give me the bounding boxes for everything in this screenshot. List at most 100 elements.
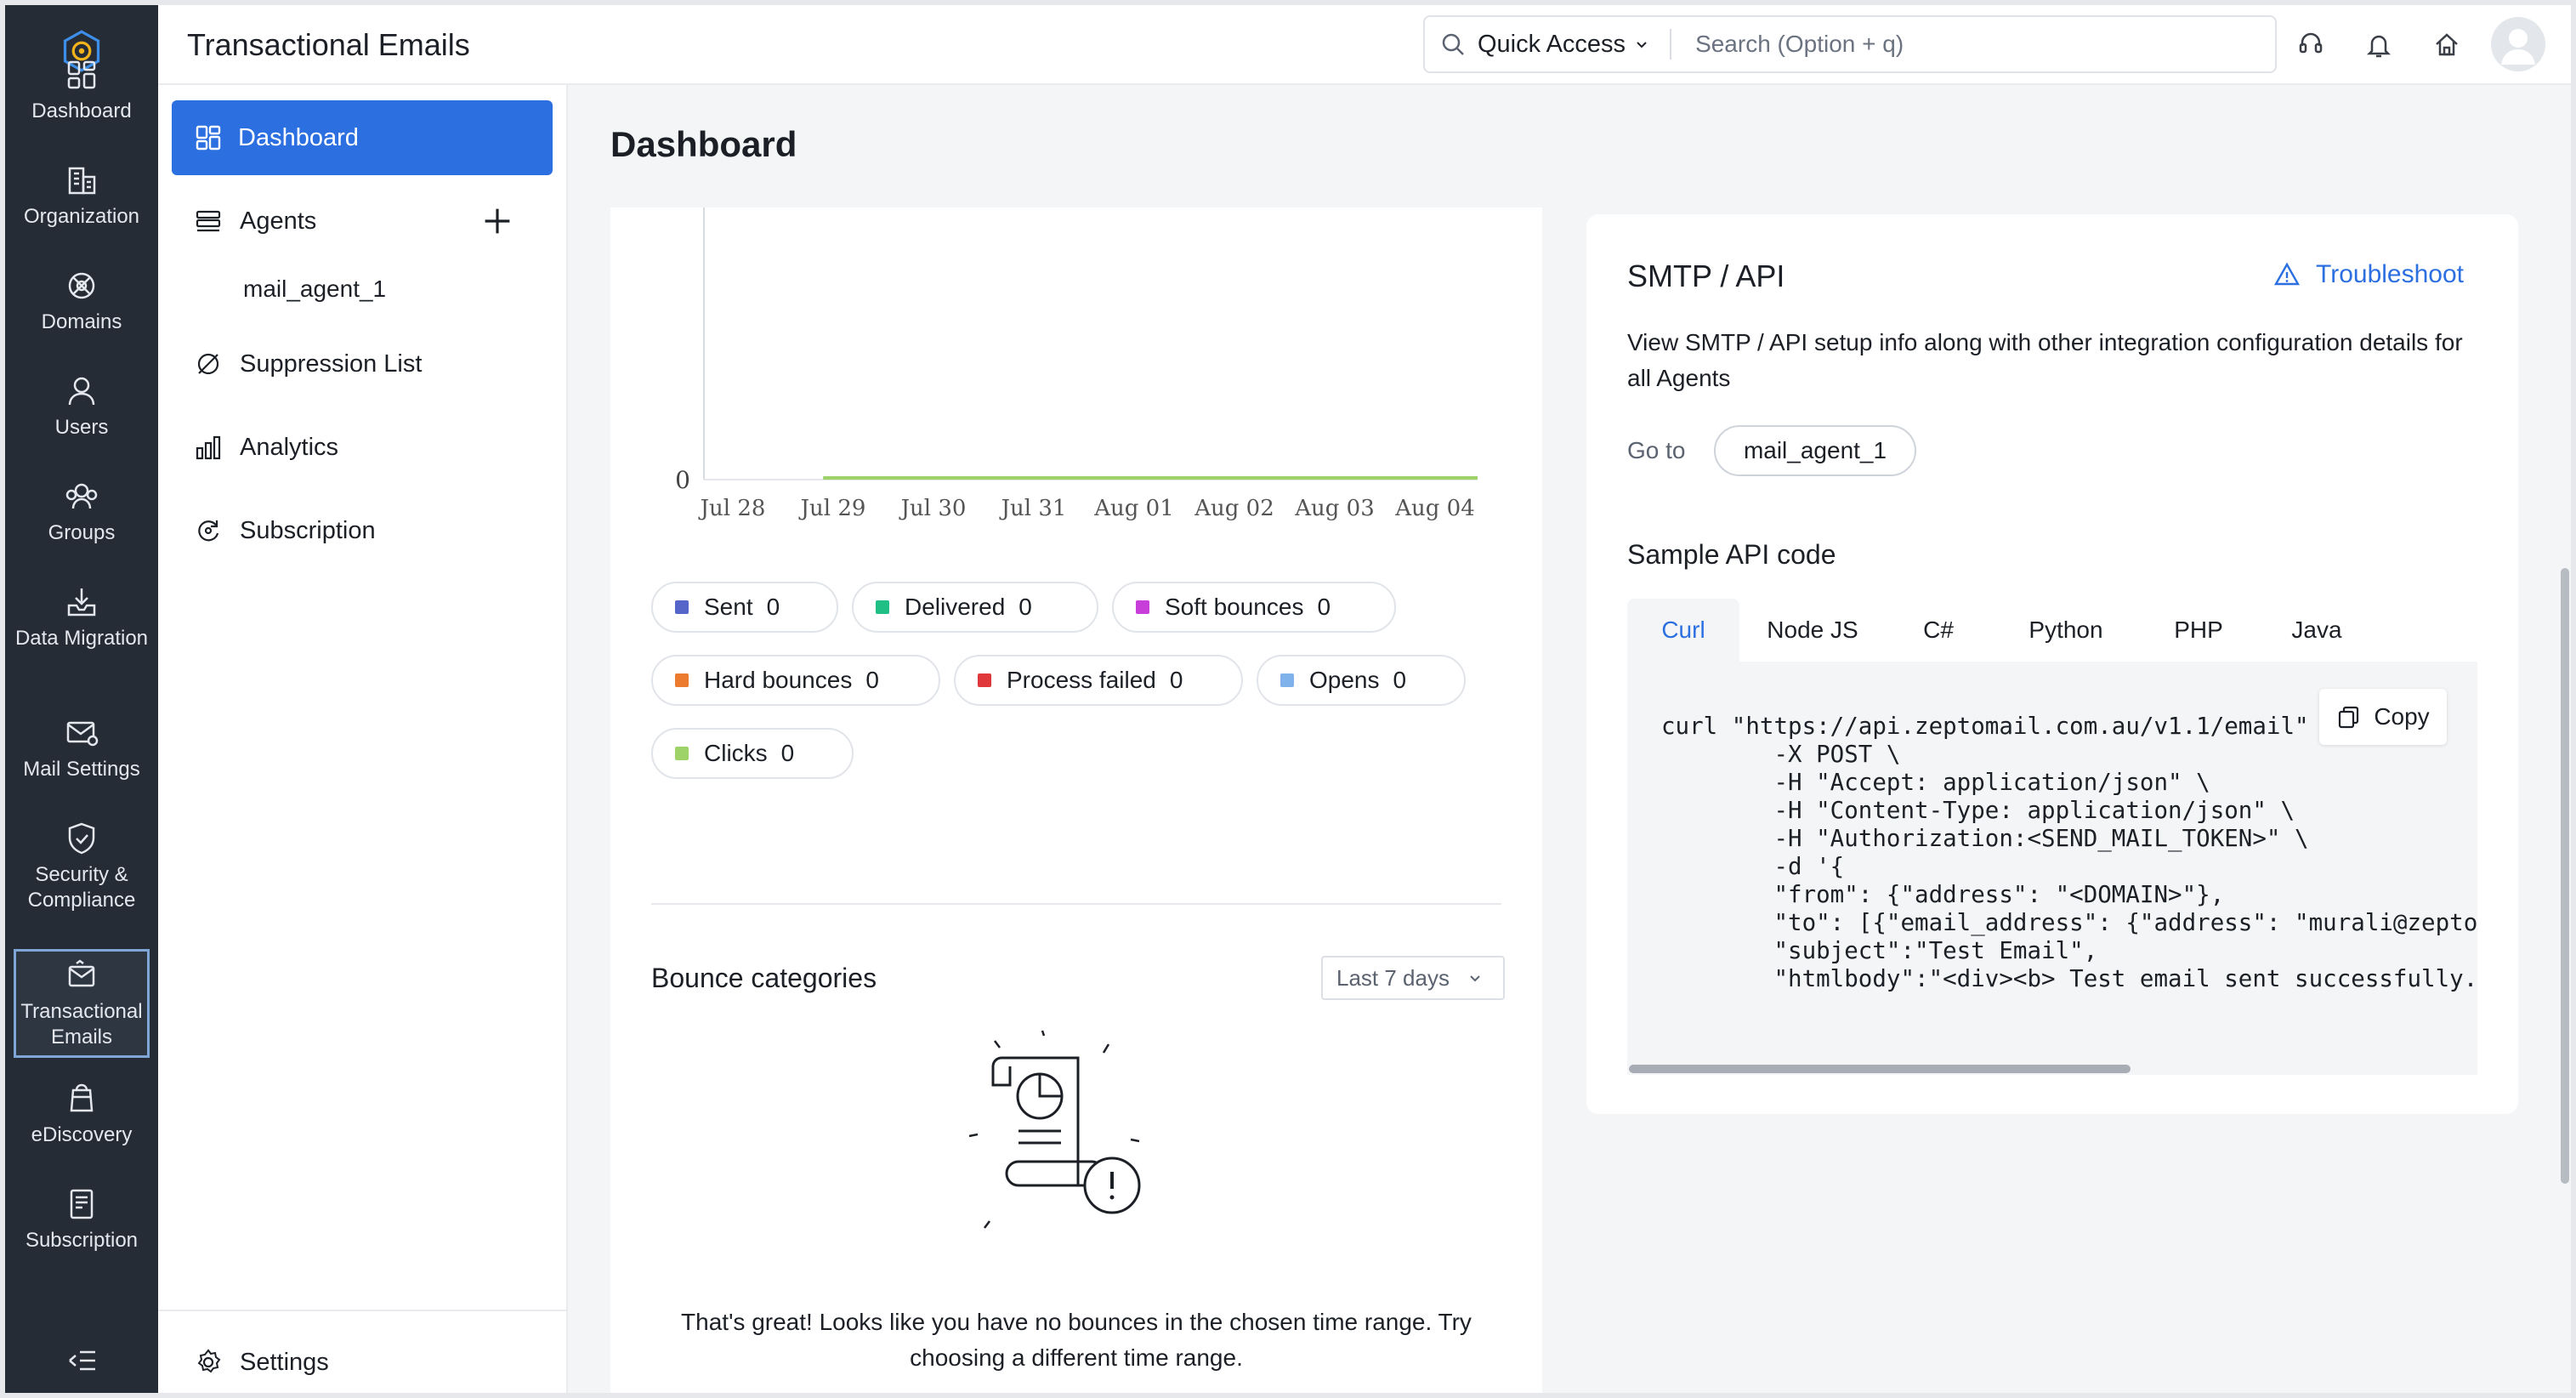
nav-label: Agents	[240, 207, 317, 235]
nav-item-settings[interactable]: Settings	[172, 1335, 553, 1389]
rail-item-groups[interactable]: Groups	[14, 476, 150, 546]
sidebar-divider	[158, 1310, 566, 1311]
stats-card: 0 Jul 28 Jul 29 Jul 30 Jul 31 Aug 01 Aug 02 Au…	[610, 207, 1542, 1393]
nav-item-mail-agent-1[interactable]: mail_agent_1	[243, 276, 386, 303]
dashboard-icon	[196, 125, 221, 151]
subscription-cycle-icon	[198, 520, 219, 542]
groups-icon	[65, 483, 98, 509]
code-language-tabs: Curl Node JS C# Python PHP Java	[1627, 599, 2477, 662]
rail-item-users[interactable]: Users	[14, 371, 150, 440]
x-tick-label: Jul 31	[999, 496, 1067, 521]
domains-icon	[68, 272, 95, 299]
home-icon[interactable]	[2430, 27, 2464, 61]
legend-pill-clicks[interactable]: Clicks 0	[651, 728, 854, 779]
x-tick-label: Aug 03	[1294, 496, 1375, 521]
tab-node-js[interactable]: Node JS	[1739, 599, 1886, 662]
legend-swatch	[978, 673, 991, 687]
tab-php[interactable]: PHP	[2141, 599, 2256, 662]
code-sample-block[interactable]: curl "https://api.zeptomail.com.au/v1.1/…	[1627, 662, 2477, 1075]
x-tick-label: Jul 30	[899, 496, 967, 521]
search-input[interactable]: Search (Option + q)	[1695, 31, 1904, 58]
legend-count: 0	[1169, 667, 1183, 693]
legend-count: 0	[865, 667, 879, 693]
rail-item-ediscovery[interactable]: eDiscovery	[14, 1078, 150, 1148]
code-scroll-thumb[interactable]	[1629, 1065, 2131, 1073]
nav-label: Suppression List	[240, 350, 423, 378]
section-divider	[651, 903, 1501, 905]
quick-access-dropdown[interactable]: Quick Access	[1478, 31, 1626, 59]
dashboard-icon	[67, 60, 96, 89]
main-vertical-scrollbar[interactable]	[2561, 568, 2569, 1184]
troubleshoot-link[interactable]: Troubleshoot	[2273, 260, 2464, 289]
nav-item-dashboard[interactable]: Dashboard	[172, 100, 553, 175]
tab-python[interactable]: Python	[1991, 599, 2141, 662]
add-agent-icon[interactable]	[483, 207, 512, 236]
legend-pill-process-failed[interactable]: Process failed 0	[954, 655, 1243, 706]
tab-curl[interactable]: Curl	[1627, 599, 1739, 662]
nav-item-subscription[interactable]: Subscription	[172, 503, 553, 558]
troubleshoot-label: Troubleshoot	[2316, 260, 2464, 288]
agent-chip-mail-agent-1[interactable]: mail_agent_1	[1714, 425, 1916, 476]
avatar[interactable]	[2491, 17, 2545, 71]
legend-label: Hard bounces	[704, 667, 853, 693]
legend-count: 0	[1317, 594, 1331, 620]
x-tick-label: Jul 28	[698, 496, 766, 521]
copy-button[interactable]: Copy	[2319, 689, 2447, 745]
rail-item-subscription[interactable]: Subscription	[14, 1184, 150, 1253]
tab-java[interactable]: Java	[2256, 599, 2377, 662]
rail-item-security-compliance[interactable]: Security & Compliance	[14, 818, 150, 913]
code-horizontal-scrollbar[interactable]	[1627, 1061, 2477, 1075]
gear-icon	[197, 1349, 221, 1373]
rail-item-mail-settings[interactable]: Mail Settings	[14, 713, 150, 782]
support-headset-icon[interactable]	[2294, 27, 2328, 61]
secondary-sidebar: Dashboard Agents mail_agent_1 Suppressio…	[158, 85, 568, 1393]
smtp-api-title: SMTP / API	[1627, 259, 1785, 293]
rail-item-dashboard[interactable]: Dashboard	[14, 54, 150, 124]
rail-item-data-migration[interactable]: Data Migration	[14, 582, 150, 651]
data-migration-icon	[67, 588, 96, 617]
legend-pill-soft-bounces[interactable]: Soft bounces 0	[1112, 582, 1396, 633]
analytics-icon	[196, 435, 221, 460]
security-icon	[68, 822, 95, 855]
legend-swatch	[675, 600, 689, 614]
time-range-value: Last 7 days	[1336, 964, 1450, 991]
nav-item-analytics[interactable]: Analytics	[172, 420, 553, 475]
nav-label: Settings	[240, 1348, 329, 1376]
x-tick-label: Aug 01	[1093, 496, 1174, 521]
nav-label: Subscription	[240, 516, 376, 544]
rail-item-transactional-emails[interactable]: Transactional Emails	[14, 949, 150, 1058]
tab-csharp[interactable]: C#	[1886, 599, 1991, 662]
collapse-rail-icon[interactable]	[63, 1345, 100, 1376]
time-range-select[interactable]: Last 7 days	[1321, 956, 1505, 1000]
legend-pill-opens[interactable]: Opens 0	[1257, 655, 1466, 706]
legend-label: Clicks	[704, 740, 768, 766]
rail-item-domains[interactable]: Domains	[14, 265, 150, 335]
legend-pill-delivered[interactable]: Delivered 0	[852, 582, 1098, 633]
email-stats-chart: 0 Jul 28 Jul 29 Jul 30 Jul 31 Aug 01 Aug 02 Au…	[675, 207, 1478, 521]
search-bar[interactable]: Quick Access Search (Option + q)	[1423, 15, 2277, 73]
legend-count: 0	[1393, 667, 1407, 693]
rail-item-organization[interactable]: Organization	[14, 160, 150, 230]
rail-label: Organization	[23, 205, 140, 228]
search-icon	[1442, 33, 1464, 55]
legend-pill-sent[interactable]: Sent 0	[651, 582, 838, 633]
smtp-description: View SMTP / API setup info along with ot…	[1627, 329, 2463, 391]
warning-triangle-icon	[2273, 262, 2301, 286]
rail-label: Domains	[41, 310, 122, 333]
app-title: Transactional Emails	[187, 27, 470, 62]
user-avatar-icon	[2501, 29, 2535, 65]
rail-label: Transactional Emails	[20, 1000, 143, 1048]
goto-label: Go to	[1627, 437, 1686, 463]
suppression-icon	[197, 353, 219, 375]
nav-label: Dashboard	[238, 123, 359, 151]
nav-item-agents[interactable]: Agents	[172, 194, 553, 248]
copy-icon	[2339, 706, 2359, 729]
rail-label: Security & Compliance	[27, 863, 136, 912]
page-title: Dashboard	[610, 124, 797, 164]
nav-item-suppression-list[interactable]: Suppression List	[172, 337, 553, 391]
rail-label: Users	[54, 416, 109, 439]
bell-icon[interactable]	[2362, 27, 2396, 61]
sample-api-title: Sample API code	[1627, 539, 1836, 570]
legend-pill-hard-bounces[interactable]: Hard bounces 0	[651, 655, 940, 706]
search-divider	[1670, 29, 1672, 60]
